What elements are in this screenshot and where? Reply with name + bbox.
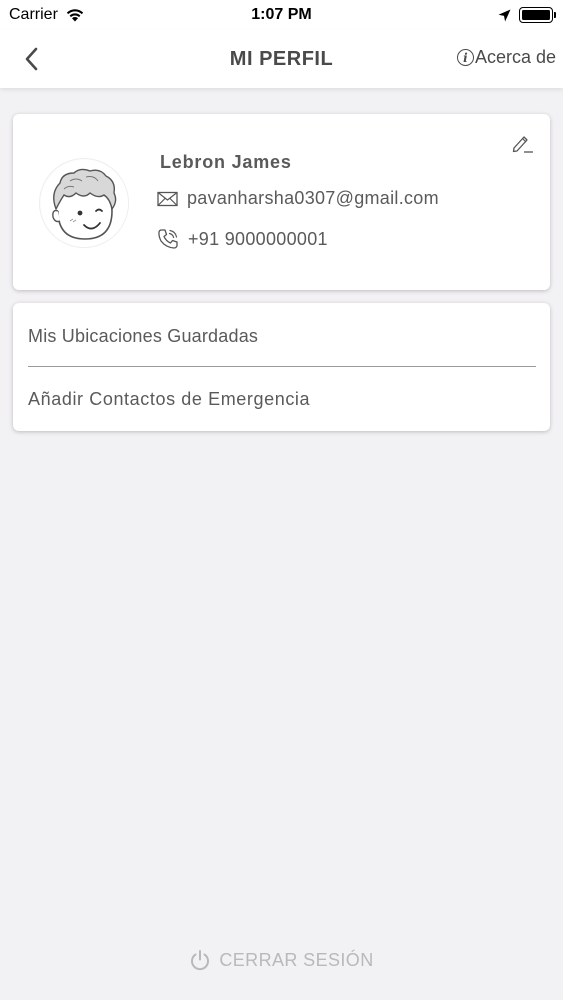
- envelope-icon: [157, 191, 178, 206]
- profile-card: Lebron James pavanharsha0307@gmail.com +…: [13, 114, 550, 290]
- back-button[interactable]: [20, 46, 44, 72]
- about-label: Acerca de: [474, 47, 556, 67]
- location-arrow-icon: [498, 9, 511, 21]
- avatar[interactable]: [39, 158, 129, 248]
- info-icon: i: [456, 49, 474, 66]
- battery-icon: [519, 7, 556, 23]
- power-icon: [191, 950, 210, 971]
- wifi-icon: [66, 9, 84, 22]
- edit-profile-button[interactable]: [511, 132, 535, 154]
- profile-phone: +91 9000000001: [188, 228, 328, 249]
- carrier-label: Carrier: [9, 6, 58, 23]
- pencil-icon: [512, 136, 533, 153]
- phone-row: +91 9000000001: [157, 228, 328, 250]
- chevron-left-icon: [25, 47, 38, 71]
- saved-locations-item[interactable]: Mis Ubicaciones Guardadas: [28, 305, 536, 367]
- logout-label: CERRAR SESIÓN: [219, 949, 374, 970]
- status-left: Carrier: [9, 6, 85, 24]
- menu-divider: [28, 366, 536, 367]
- logout-button[interactable]: CERRAR SESIÓN: [0, 945, 563, 975]
- status-bar: Carrier 1:07 PM: [0, 0, 563, 30]
- profile-name: Lebron James: [160, 152, 292, 172]
- menu-card: Mis Ubicaciones Guardadas Añadir Contact…: [13, 303, 550, 431]
- about-button[interactable]: i Acerca de: [456, 47, 556, 68]
- avatar-boy-illustration: [41, 160, 128, 247]
- email-row: pavanharsha0307@gmail.com: [157, 188, 439, 209]
- status-right: [498, 7, 556, 23]
- profile-email: pavanharsha0307@gmail.com: [187, 188, 439, 208]
- nav-bar: MI PERFIL i Acerca de: [0, 30, 563, 88]
- phone-icon: [158, 229, 178, 249]
- emergency-contacts-item[interactable]: Añadir Contactos de Emergencia: [28, 368, 536, 430]
